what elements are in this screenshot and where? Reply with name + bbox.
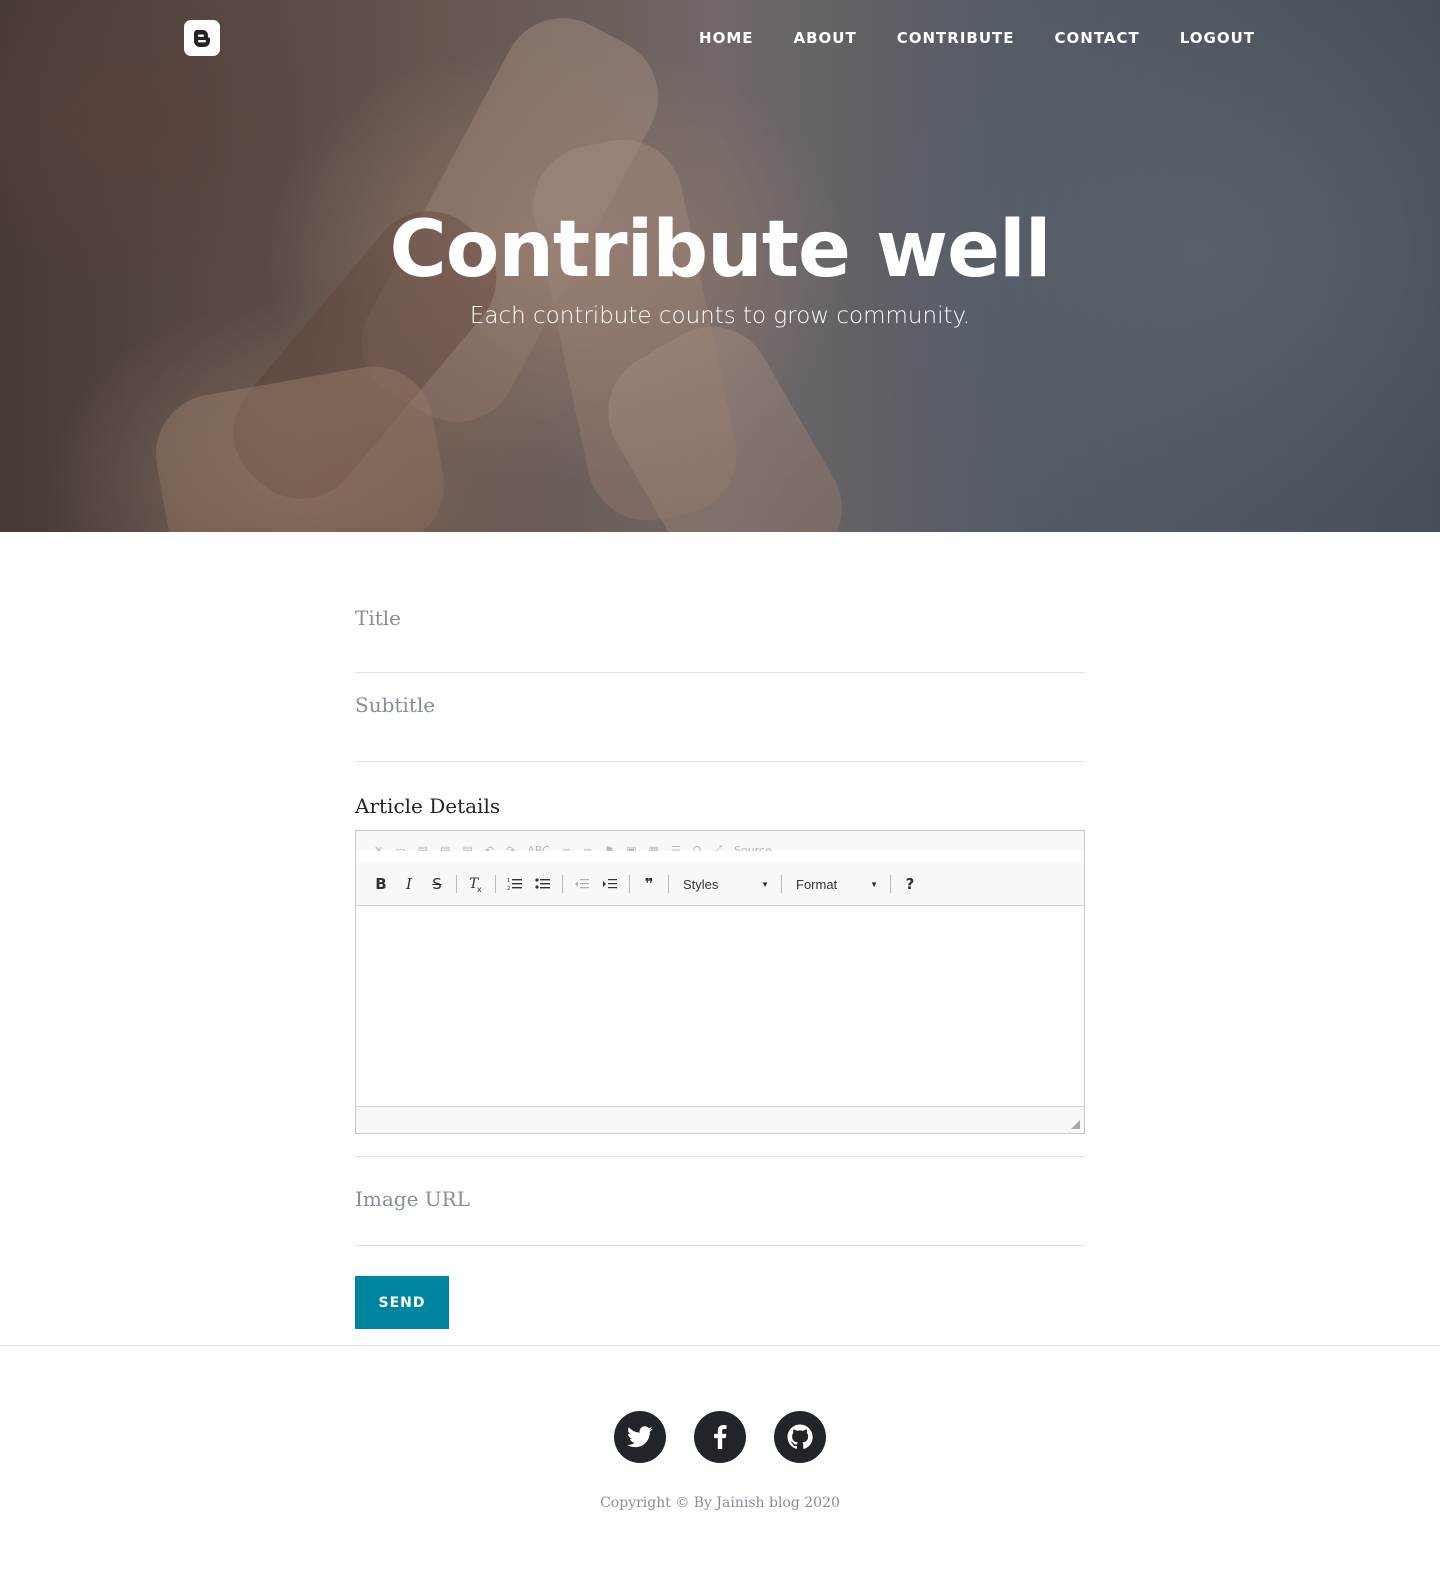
- nav-logout-link[interactable]: LOGOUT: [1180, 29, 1255, 47]
- remove-format-icon[interactable]: T x: [463, 871, 489, 897]
- maximize-icon[interactable]: ⤢: [713, 843, 722, 851]
- facebook-link[interactable]: [694, 1411, 746, 1463]
- link-icon[interactable]: ∞: [562, 844, 571, 851]
- page-title: Contribute well: [389, 205, 1052, 295]
- image-url-input[interactable]: [355, 1187, 1085, 1211]
- blogger-icon: [193, 30, 210, 47]
- editor-toolbar: B I S T x 1 2 ❞ Styles ▼ Format ▼ ?: [356, 863, 1084, 906]
- italic-icon[interactable]: I: [396, 871, 422, 897]
- paste-icon[interactable]: ▤: [418, 844, 428, 851]
- page-subtitle: Each contribute counts to grow community…: [469, 303, 971, 329]
- bold-icon[interactable]: B: [368, 871, 394, 897]
- subtitle-field-group: [355, 673, 1085, 762]
- svg-text:1: 1: [507, 878, 510, 884]
- undo-icon[interactable]: ↶: [485, 844, 494, 851]
- remove-format-glyph: T x: [469, 876, 482, 893]
- title-input[interactable]: [355, 606, 1085, 630]
- strikethrough-icon[interactable]: S: [424, 871, 450, 897]
- copyright-text: Copyright © By Jainish blog 2020: [600, 1495, 840, 1511]
- svg-text:2: 2: [507, 886, 510, 891]
- article-details-label: Article Details: [355, 794, 501, 818]
- unlink-icon[interactable]: ∞: [583, 844, 592, 851]
- nav-about-link[interactable]: ABOUT: [794, 29, 857, 47]
- nav-home-link[interactable]: HOME: [699, 29, 753, 47]
- svg-text:x: x: [477, 885, 482, 893]
- twitter-link[interactable]: [614, 1411, 666, 1463]
- format-dropdown-label: Format: [796, 876, 838, 892]
- outdent-icon[interactable]: [569, 871, 595, 897]
- nav-contribute-link[interactable]: CONTRIBUTE: [897, 29, 1015, 47]
- anchor-icon[interactable]: ⚑: [604, 844, 614, 851]
- bulleted-list-icon[interactable]: [530, 871, 556, 897]
- chevron-down-icon: ▼: [870, 879, 878, 889]
- rich-text-editor: ✕ ▭ ▤ ▤ ▤ ↶ ↷ ABC ∞ ∞ ⚑ ▣ ▦ ☰ Ω ⤢ Source…: [355, 830, 1085, 1134]
- numbered-list-icon[interactable]: 1 2: [502, 871, 528, 897]
- styles-dropdown[interactable]: Styles ▼: [675, 871, 775, 897]
- toolbar-separator: [890, 875, 891, 893]
- editor-content-area[interactable]: [356, 906, 1084, 1107]
- image-icon[interactable]: ▣: [626, 844, 636, 851]
- twitter-icon: [627, 1426, 653, 1448]
- indent-icon[interactable]: [597, 871, 623, 897]
- toolbar-separator: [495, 875, 496, 893]
- copy-icon[interactable]: ▭: [395, 844, 405, 851]
- table-icon[interactable]: ▦: [648, 844, 658, 851]
- source-icon[interactable]: Source: [734, 844, 772, 851]
- image-url-field-group: [355, 1157, 1085, 1246]
- toolbar-separator: [668, 875, 669, 893]
- outdent-glyph: [575, 879, 589, 889]
- format-dropdown[interactable]: Format ▼: [788, 871, 884, 897]
- paste-text-icon[interactable]: ▤: [440, 844, 450, 851]
- github-link[interactable]: [774, 1411, 826, 1463]
- styles-dropdown-label: Styles: [683, 876, 719, 892]
- toolbar-separator: [456, 875, 457, 893]
- toolbar-separator: [562, 875, 563, 893]
- title-field-group: [355, 586, 1085, 673]
- resize-handle-icon[interactable]: [1071, 1120, 1080, 1129]
- subtitle-input[interactable]: [355, 693, 1085, 717]
- redo-icon[interactable]: ↷: [506, 844, 515, 851]
- brand-logo-link[interactable]: [184, 20, 220, 56]
- spellcheck-icon[interactable]: ABC: [527, 844, 550, 851]
- footer-divider: [0, 1345, 1440, 1346]
- bulleted-list-glyph: [535, 878, 550, 889]
- hero-header: HOME ABOUT CONTRIBUTE CONTACT LOGOUT Con…: [0, 0, 1440, 532]
- cut-icon[interactable]: ✕: [374, 844, 383, 851]
- numbered-list-glyph: 1 2: [507, 878, 522, 891]
- indent-glyph: [603, 879, 617, 889]
- send-button[interactable]: SEND: [355, 1276, 449, 1329]
- contribute-form: Article Details ✕ ▭ ▤ ▤ ▤ ↶ ↷ ABC ∞ ∞ ⚑ …: [355, 586, 1085, 1329]
- paste-word-icon[interactable]: ▤: [462, 844, 472, 851]
- nav-contact-link[interactable]: CONTACT: [1055, 29, 1140, 47]
- github-icon: [787, 1424, 813, 1449]
- special-char-icon[interactable]: Ω: [693, 844, 701, 851]
- editor-footer: [356, 1107, 1084, 1133]
- main-nav: HOME ABOUT CONTRIBUTE CONTACT LOGOUT: [699, 29, 1255, 47]
- social-links: [614, 1411, 826, 1463]
- blockquote-icon[interactable]: ❞: [636, 871, 662, 897]
- toolbar-separator: [629, 875, 630, 893]
- help-icon[interactable]: ?: [897, 871, 923, 897]
- chevron-down-icon: ▼: [761, 879, 769, 889]
- horizontal-rule-icon[interactable]: ☰: [671, 844, 681, 851]
- editor-toolbar-top-partial: ✕ ▭ ▤ ▤ ▤ ↶ ↷ ABC ∞ ∞ ⚑ ▣ ▦ ☰ Ω ⤢ Source: [356, 831, 1084, 863]
- facebook-icon: [714, 1425, 727, 1449]
- toolbar-separator: [781, 875, 782, 893]
